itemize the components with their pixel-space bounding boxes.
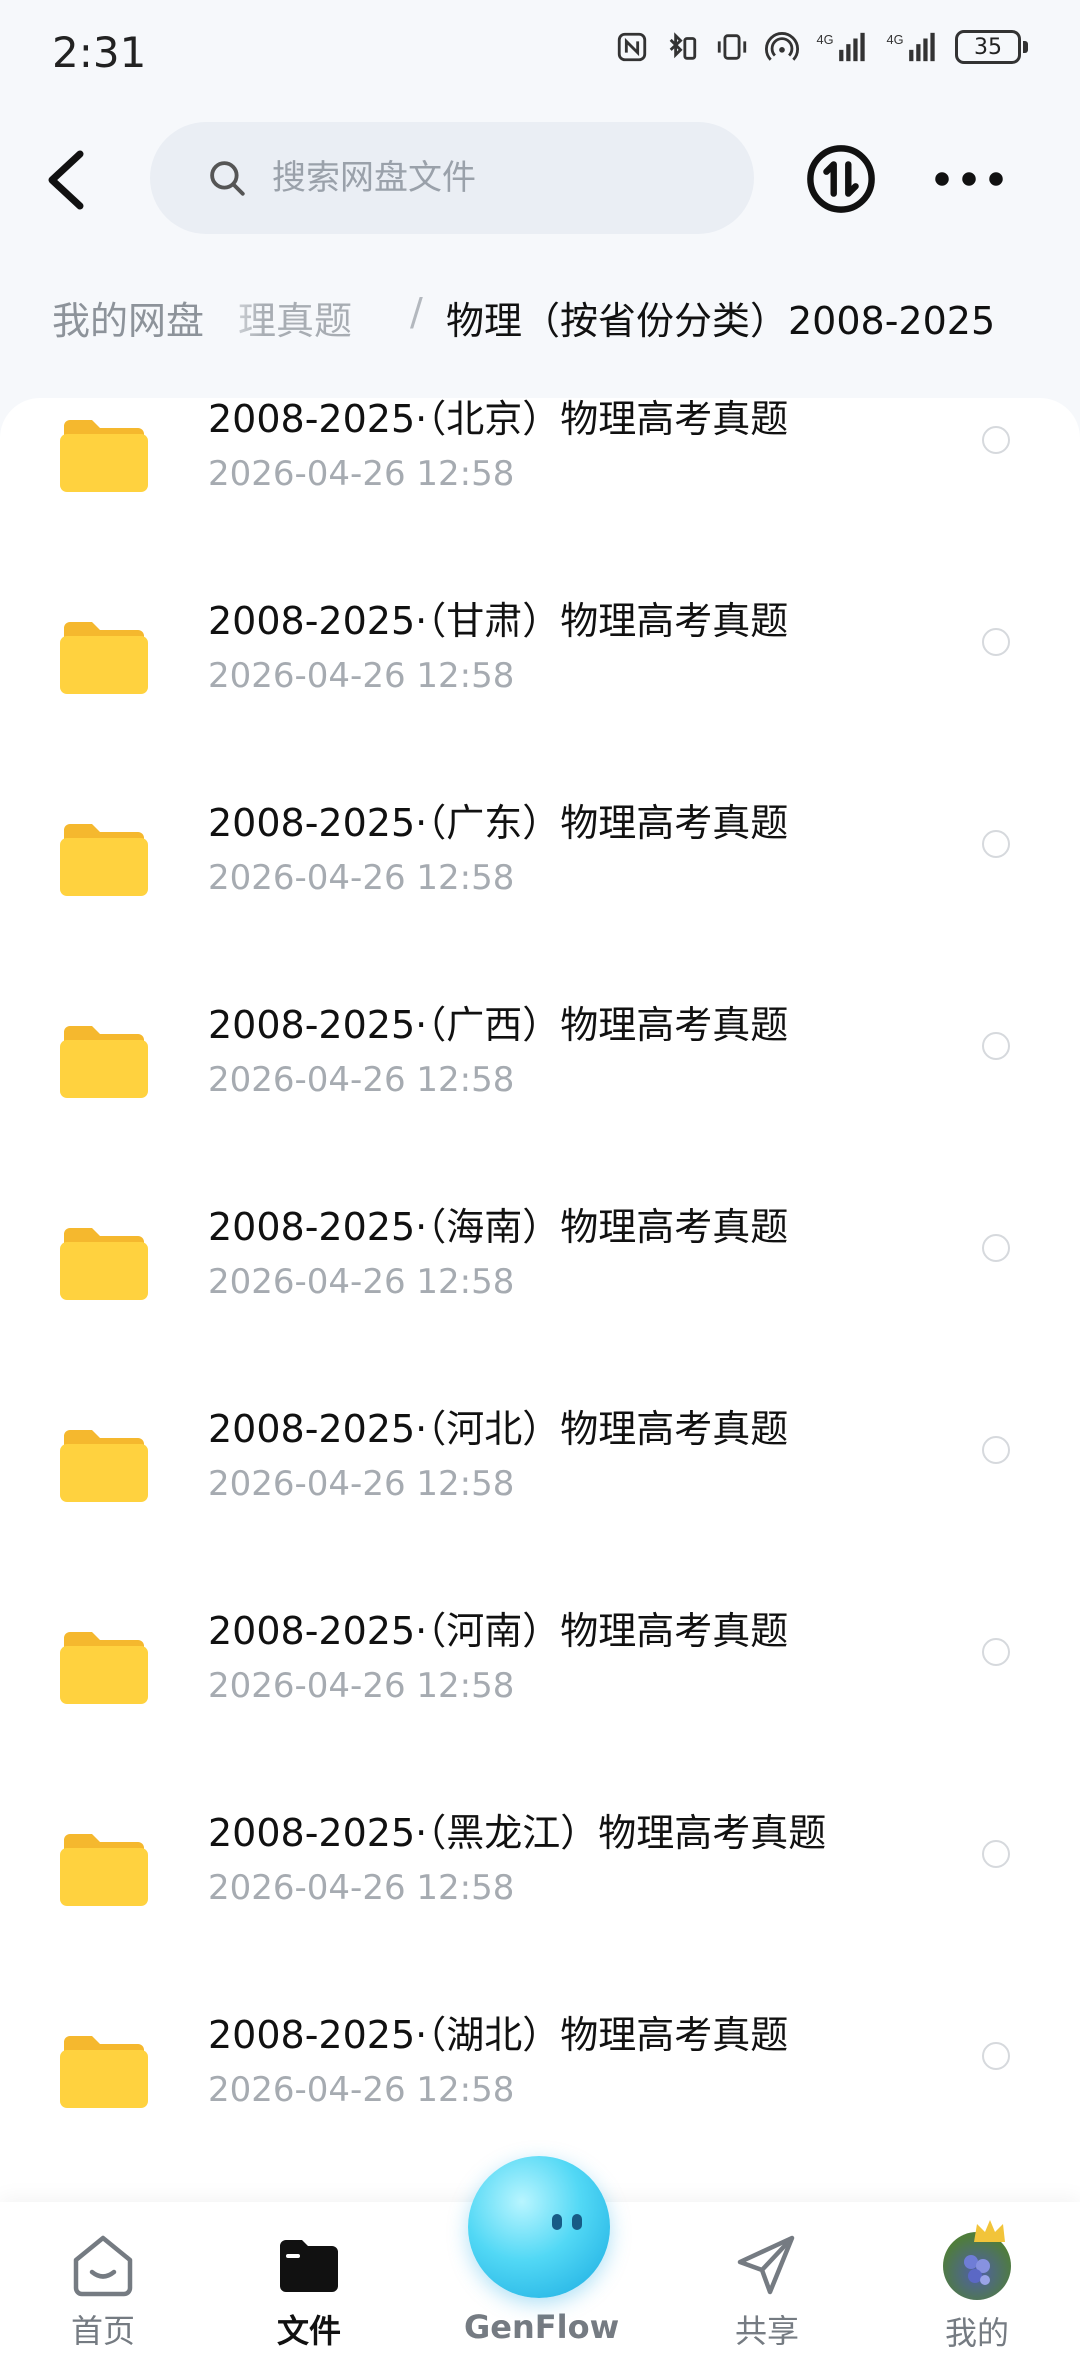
- file-name: 2008-2025·（海南）物理高考真题: [208, 1205, 789, 1249]
- list-item[interactable]: 2008-2025·（广东）物理高考真题 2026-04-26 12:58: [0, 801, 1080, 1004]
- genflow-orb-icon: [468, 2156, 610, 2298]
- folder-icon: [60, 824, 148, 896]
- file-name: 2008-2025·（河南）物理高考真题: [208, 1609, 789, 1653]
- transfer-icon[interactable]: [806, 144, 876, 214]
- signal-4g-icon: 4G: [887, 32, 935, 62]
- tab-share[interactable]: 共享: [692, 2232, 842, 2362]
- file-date: 2026-04-26 12:58: [208, 1464, 515, 1504]
- search-bar[interactable]: [150, 122, 754, 234]
- select-radio[interactable]: [982, 830, 1010, 858]
- crown-icon: [974, 2220, 1005, 2242]
- list-item[interactable]: 2008-2025·（甘肃）物理高考真题 2026-04-26 12:58: [0, 599, 1080, 802]
- folder-icon: [60, 1430, 148, 1502]
- file-name: 2008-2025·（甘肃）物理高考真题: [208, 599, 789, 643]
- list-item[interactable]: 2008-2025·（广西）物理高考真题 2026-04-26 12:58: [0, 1003, 1080, 1206]
- tab-home[interactable]: 首页: [28, 2232, 178, 2362]
- breadcrumb-separator: /: [410, 290, 423, 334]
- select-radio[interactable]: [982, 1638, 1010, 1666]
- tab-mine[interactable]: 我的: [902, 2220, 1052, 2362]
- folder-icon: [60, 1228, 148, 1300]
- home-icon: [73, 2235, 133, 2297]
- tab-files[interactable]: 文件: [234, 2232, 384, 2362]
- folder-icon: [60, 1026, 148, 1098]
- file-name: 2008-2025·（河北）物理高考真题: [208, 1407, 789, 1451]
- select-radio[interactable]: [982, 1234, 1010, 1262]
- file-date: 2026-04-26 12:58: [208, 656, 515, 696]
- tab-home-label: 首页: [70, 2312, 135, 2350]
- select-radio[interactable]: [982, 2042, 1010, 2070]
- list-item[interactable]: 2008-2025·（河南）物理高考真题 2026-04-26 12:58: [0, 1609, 1080, 1812]
- folder-icon: [60, 420, 148, 492]
- battery-level: 35: [955, 30, 1021, 64]
- status-icons: 4G 4G 35: [615, 30, 1028, 64]
- orb-eye-left: [552, 2214, 562, 2230]
- breadcrumb: 理真题 我的网盘 / 物理（按省份分类）2008-2025: [0, 286, 1080, 360]
- genflow-button[interactable]: GenFlow: [464, 2156, 620, 2375]
- top-bar: [0, 120, 1080, 240]
- folder-icon: [60, 2036, 148, 2108]
- svg-text:4G: 4G: [817, 32, 834, 47]
- file-date: 2026-04-26 12:58: [208, 1262, 515, 1302]
- search-icon: [210, 161, 245, 196]
- list-item[interactable]: 2008-2025·（海南）物理高考真题 2026-04-26 12:58: [0, 1205, 1080, 1408]
- hotspot-icon: [765, 32, 799, 61]
- file-date: 2026-04-26 12:58: [208, 1060, 515, 1100]
- tab-mine-label: 我的: [944, 2314, 1009, 2352]
- list-item[interactable]: 2008-2025·（北京）物理高考真题 2026-04-26 12:58: [0, 398, 1080, 600]
- file-list: 2008-2025·（北京）物理高考真题 2026-04-26 12:58 20…: [0, 398, 1080, 2208]
- search-input[interactable]: [270, 157, 694, 199]
- select-radio[interactable]: [982, 1436, 1010, 1464]
- tab-genflow-label: GenFlow: [464, 2308, 620, 2346]
- folder-icon: [60, 622, 148, 694]
- select-radio[interactable]: [982, 426, 1010, 454]
- breadcrumb-current: 物理（按省份分类）2008-2025: [446, 299, 996, 343]
- nfc-icon: [617, 32, 647, 62]
- select-radio[interactable]: [982, 1840, 1010, 1868]
- file-name: 2008-2025·（广东）物理高考真题: [208, 801, 789, 845]
- avatar: [943, 2220, 1011, 2300]
- file-date: 2026-04-26 12:58: [208, 2070, 515, 2110]
- status-bar: 2:31 4G 4G 35: [0, 0, 1080, 110]
- orb-eye-right: [572, 2214, 582, 2230]
- file-date: 2026-04-26 12:58: [208, 1666, 515, 1706]
- list-item[interactable]: 2008-2025·（河北）物理高考真题 2026-04-26 12:58: [0, 1407, 1080, 1610]
- battery-tip: [1023, 41, 1028, 53]
- flower-icon: [964, 2255, 990, 2285]
- file-name: 2008-2025·（黑龙江）物理高考真题: [208, 1811, 827, 1855]
- vibrate-icon: [717, 34, 747, 60]
- back-icon[interactable]: [40, 148, 90, 212]
- file-folder-icon: [280, 2240, 338, 2292]
- more-icon[interactable]: [930, 164, 1008, 194]
- folder-icon: [60, 1834, 148, 1906]
- svg-text:4G: 4G: [887, 32, 904, 47]
- app-root: 2:31 4G 4G 35 理真题 我的网盘 / 物理（按省份分类）2008-: [0, 0, 1080, 2375]
- folder-icon: [60, 1632, 148, 1704]
- signal-4g-icon: 4G: [817, 32, 865, 62]
- tab-share-label: 共享: [734, 2312, 799, 2350]
- breadcrumb-root[interactable]: 我的网盘: [52, 290, 225, 345]
- bluetooth-battery-icon: [669, 32, 697, 60]
- list-item[interactable]: 2008-2025·（黑龙江）物理高考真题 2026-04-26 12:58: [0, 1811, 1080, 2014]
- file-date: 2026-04-26 12:58: [208, 454, 515, 494]
- select-radio[interactable]: [982, 1032, 1010, 1060]
- file-name: 2008-2025·（湖北）物理高考真题: [208, 2013, 789, 2057]
- tab-files-label: 文件: [276, 2312, 341, 2350]
- file-name: 2008-2025·（广西）物理高考真题: [208, 1003, 789, 1047]
- send-icon: [737, 2235, 795, 2295]
- select-radio[interactable]: [982, 628, 1010, 656]
- file-date: 2026-04-26 12:58: [208, 858, 515, 898]
- file-name: 2008-2025·（北京）物理高考真题: [208, 398, 789, 441]
- status-time: 2:31: [52, 28, 147, 77]
- file-date: 2026-04-26 12:58: [208, 1868, 515, 1908]
- battery-indicator: 35: [955, 30, 1028, 64]
